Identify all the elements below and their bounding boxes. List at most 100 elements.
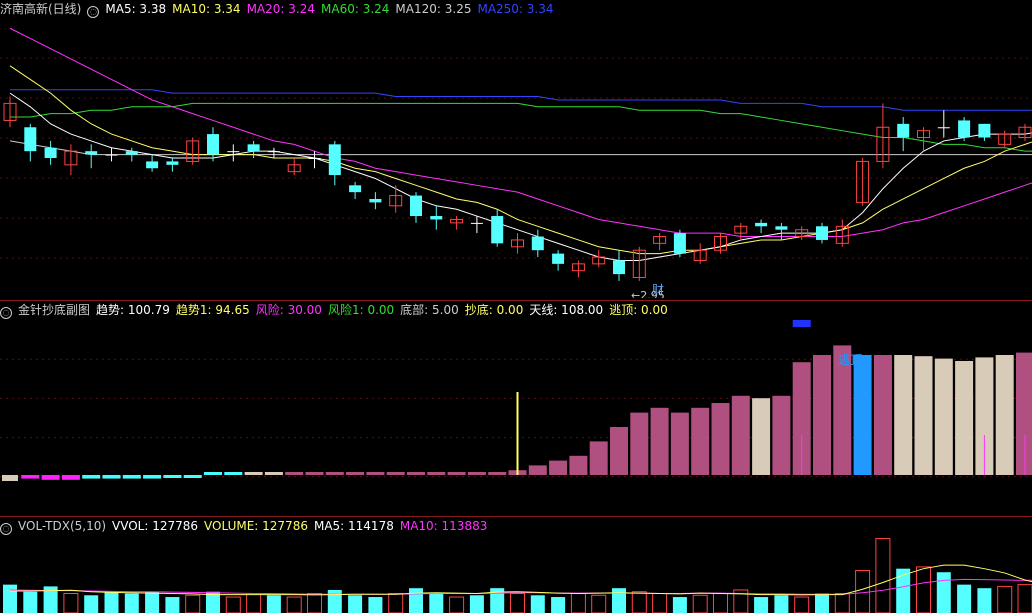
candle-body	[166, 161, 179, 165]
volume-circle-icon[interactable]: ◌	[0, 523, 12, 535]
indicator-bar	[447, 472, 466, 475]
candle	[450, 216, 464, 230]
candle	[958, 117, 971, 141]
indicator-bar	[427, 472, 446, 475]
indicator-legend: 趋势: 100.79 趋势1: 94.65 风险: 30.00 风险1: 0.00 底部…	[96, 303, 674, 317]
ma20-line	[9, 27, 1032, 238]
candle	[186, 137, 200, 165]
volume-bar	[84, 595, 99, 613]
volume-bar	[469, 595, 484, 613]
candle	[876, 103, 890, 169]
volume-field-1: VOLUME: 127786	[204, 519, 308, 533]
candle	[3, 96, 17, 128]
candle-body	[267, 151, 280, 153]
candle	[166, 158, 179, 172]
candle	[267, 147, 280, 158]
candle-body	[227, 151, 240, 153]
volume-bar	[916, 566, 931, 613]
indicator-bar	[488, 472, 507, 475]
volume-bar	[225, 596, 241, 613]
volume-bar	[63, 593, 79, 613]
indicator-bar	[549, 460, 568, 475]
volume-bar	[368, 597, 383, 613]
volume-bar	[612, 588, 626, 613]
candle-body	[978, 123, 991, 138]
candle	[470, 216, 483, 234]
candle-body	[470, 222, 483, 224]
volume-bar	[327, 589, 342, 613]
candle	[349, 181, 362, 199]
settings-circle-icon[interactable]: ◌	[87, 6, 100, 18]
indicator-bar	[102, 475, 121, 479]
indicator-bar	[853, 355, 872, 475]
indicator-bar	[467, 472, 486, 475]
candle	[328, 140, 341, 186]
volume-bar	[307, 593, 322, 613]
volume-bar	[936, 572, 951, 613]
candle	[369, 192, 382, 210]
candle	[125, 147, 138, 162]
candlestick-chart[interactable]: 3.55←2.95财	[0, 18, 1032, 298]
indicator-bar	[691, 407, 710, 475]
volume-chart[interactable]	[0, 535, 1032, 613]
candle	[835, 219, 849, 247]
indicator-bar	[143, 475, 162, 479]
volume-bar	[23, 591, 38, 613]
volume-bar	[875, 538, 891, 613]
ma-legend-item-1: MA10: 3.34	[172, 2, 241, 16]
indicator-bar	[1016, 352, 1032, 475]
indicator-bar	[366, 472, 385, 475]
candle	[491, 209, 504, 247]
indicator-circle-icon[interactable]: ◌	[0, 307, 12, 319]
candle-body	[105, 154, 118, 156]
volume-bar	[713, 593, 728, 613]
indicator-bar	[386, 472, 405, 475]
candle-body	[816, 226, 828, 240]
ma-legend-item-4: MA120: 3.25	[395, 2, 472, 16]
candle-body	[755, 222, 768, 227]
volume-bar	[429, 593, 444, 613]
indicator-bar	[2, 475, 18, 481]
candle	[917, 127, 930, 152]
indicator-field-3: 风险1: 0.00	[327, 303, 395, 317]
candle	[856, 158, 870, 206]
candle-body	[85, 151, 98, 155]
candle	[897, 117, 910, 152]
indicator-chart[interactable]: 逃顶	[0, 320, 1032, 516]
indicator-bar	[82, 475, 101, 479]
indicator-title: 金针抄底副图	[18, 303, 91, 317]
candle	[146, 154, 159, 172]
ma-legend: MA5: 3.38 MA10: 3.34 MA20: 3.24 MA60: 3.24 M…	[105, 2, 559, 16]
candle-body	[552, 253, 565, 264]
ma60-line	[10, 102, 1032, 152]
indicator-bar	[407, 472, 425, 475]
candle-body	[146, 161, 159, 169]
indicator-bar	[224, 472, 243, 475]
volume-bar	[570, 593, 586, 613]
volume-bar	[834, 593, 850, 613]
volume-bar	[774, 595, 789, 613]
indicator-bar	[610, 427, 628, 475]
volume-bar	[409, 588, 423, 613]
candle-body	[531, 236, 544, 251]
volume-bar	[286, 596, 302, 613]
candle	[44, 140, 57, 165]
candle-body	[24, 127, 37, 152]
indicator-bar	[21, 475, 40, 479]
volume-bar	[672, 597, 687, 613]
indicator-bar	[752, 398, 771, 475]
indicator-bar	[61, 475, 80, 480]
candle	[430, 205, 443, 230]
indicator-bar	[41, 475, 60, 480]
candle-body	[328, 144, 341, 176]
ma5-line	[9, 92, 1032, 261]
indicator-bar	[995, 355, 1014, 475]
candle-body	[247, 144, 260, 152]
indicator-bar	[569, 455, 588, 475]
volume-bar	[530, 595, 545, 613]
volume-bar	[3, 584, 17, 613]
candle	[734, 222, 748, 240]
candle	[632, 246, 646, 281]
candle	[816, 222, 828, 244]
candle-body	[44, 147, 57, 158]
